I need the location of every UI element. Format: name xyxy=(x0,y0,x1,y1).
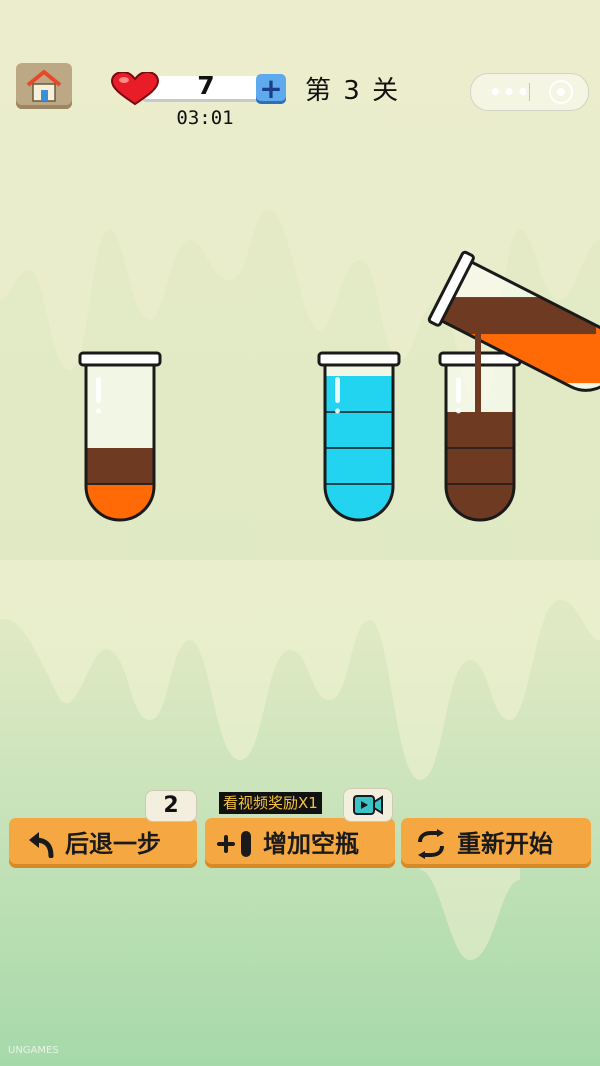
video-camera-icon xyxy=(353,795,383,815)
tube-2-layer-3 xyxy=(325,412,393,449)
watermark: UNGAMES xyxy=(8,1045,59,1056)
undo-label: 后退一步 xyxy=(65,830,161,858)
tube-3-layer-1 xyxy=(446,484,514,520)
tube-2[interactable] xyxy=(317,351,401,522)
tube-1[interactable] xyxy=(78,351,162,522)
restart-icon xyxy=(418,829,444,859)
restart-label: 重新开始 xyxy=(457,830,553,858)
video-reward-tag: 看视频奖励X1 xyxy=(219,792,322,814)
undo-button[interactable]: 后退一步 xyxy=(9,818,197,868)
add-bottle-label: 增加空瓶 xyxy=(263,830,359,858)
tube-2-rim xyxy=(317,351,401,367)
tube-2-layer-1 xyxy=(325,484,393,520)
add-bottle-button[interactable]: 增加空瓶 xyxy=(205,818,395,868)
video-badge xyxy=(343,788,393,822)
tube-1-layer-2 xyxy=(86,448,154,485)
restart-button[interactable]: 重新开始 xyxy=(401,818,591,868)
undo-count-badge: 2 xyxy=(145,790,197,822)
add-tube-icon xyxy=(217,831,251,857)
undo-icon xyxy=(29,832,54,858)
tube-1-layer-1 xyxy=(86,484,154,520)
tube-area xyxy=(78,250,600,522)
tube-3-layer-2 xyxy=(446,448,514,485)
tube-2-layer-2 xyxy=(325,448,393,485)
tube-1-rim xyxy=(78,351,162,367)
